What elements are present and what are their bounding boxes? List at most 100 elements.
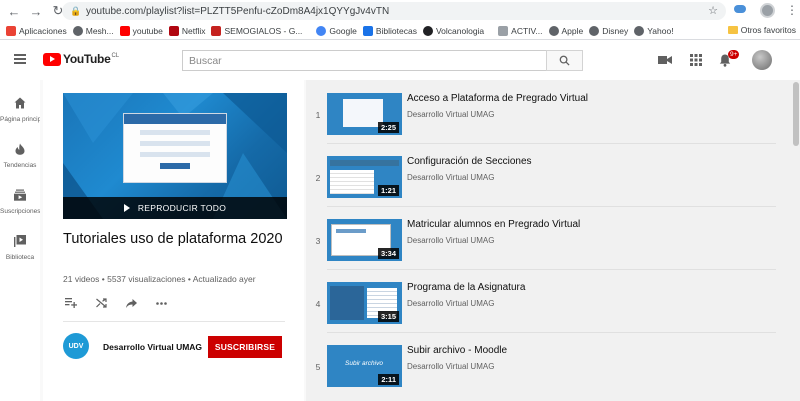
video-thumbnail[interactable]: 3:15 [327, 282, 402, 324]
video-title[interactable]: Subir archivo - Moodle [407, 345, 507, 356]
thumbnail-text: Subir archivo [345, 360, 383, 367]
other-bookmarks[interactable]: Otros favoritos [723, 25, 796, 35]
guide-item-home[interactable]: Página principal [0, 86, 40, 126]
bookmark-netflix[interactable]: Netflix [168, 25, 205, 36]
video-channel[interactable]: Desarrollo Virtual UMAG [407, 236, 494, 245]
guide-label: Tendencias [3, 162, 37, 169]
video-duration: 2:11 [378, 374, 399, 385]
url-text: youtube.com/playlist?list=PLZTT5Penfu-cZ… [86, 5, 390, 17]
bookmark-yahoo[interactable]: Yahoo! [634, 25, 674, 36]
camera-icon [658, 56, 672, 64]
video-index: 4 [315, 299, 321, 309]
page-scrollbar[interactable] [792, 80, 800, 401]
guide-label: Biblioteca [5, 254, 35, 261]
video-thumbnail[interactable]: 1:21 [327, 156, 402, 198]
create-video-icon[interactable] [657, 52, 673, 68]
bookmark-mesh[interactable]: Mesh... [72, 25, 114, 36]
list-item[interactable]: 4 3:15 Programa de la Asignatura Desarro… [306, 269, 792, 332]
video-title[interactable]: Matricular alumnos en Pregrado Virtual [407, 219, 580, 230]
bookmark-label: Google [329, 25, 357, 36]
list-item[interactable]: 2 1:21 Configuración de Secciones Desarr… [306, 143, 792, 206]
back-icon[interactable]: ← [6, 3, 22, 19]
guide-item-library[interactable]: Biblioteca [0, 224, 40, 264]
video-index: 2 [315, 173, 321, 183]
bookmark-semogialos[interactable]: SEMOGIALOS - G... [211, 25, 303, 36]
subscribe-button[interactable]: SUSCRIBIRSE [208, 336, 282, 358]
guide-item-trending[interactable]: Tendencias [0, 132, 40, 172]
guide-item-subscriptions[interactable]: Suscripciones [0, 178, 40, 218]
video-duration: 2:25 [377, 122, 399, 133]
playlist-thumbnail[interactable]: REPRODUCIR TODO [63, 93, 287, 219]
youtube-logo[interactable]: YouTube CL [43, 52, 119, 66]
account-avatar[interactable] [752, 50, 772, 70]
video-channel[interactable]: Desarrollo Virtual UMAG [407, 362, 494, 371]
scrollbar-thumb[interactable] [793, 82, 799, 146]
list-item[interactable]: 1 2:25 Acceso a Plataforma de Pregrado V… [306, 80, 792, 143]
add-to-queue-icon[interactable] [63, 296, 79, 310]
apps-grid-icon [6, 25, 16, 36]
share-icon[interactable] [123, 296, 139, 310]
play-all-button[interactable]: REPRODUCIR TODO [63, 197, 287, 219]
globe-favicon [634, 25, 645, 36]
channel-avatar[interactable]: UDV [63, 333, 89, 359]
notification-badge: 9+ [728, 50, 740, 59]
video-channel[interactable]: Desarrollo Virtual UMAG [407, 299, 494, 308]
divider [327, 143, 776, 144]
list-item[interactable]: 5 Subir archivo 2:11 Subir archivo - Mood… [306, 332, 792, 395]
apps-icon[interactable] [688, 52, 704, 68]
address-bar[interactable]: 🔒 youtube.com/playlist?list=PLZTT5Penfu-… [62, 2, 726, 20]
browser-menu-icon[interactable]: ⋮ [786, 3, 798, 17]
video-thumbnail[interactable]: 2:25 [327, 93, 402, 135]
folder-icon [727, 26, 738, 34]
bookmark-apple[interactable]: Apple [548, 25, 583, 36]
video-duration: 1:21 [377, 185, 399, 196]
bookmark-bibliotecas[interactable]: Bibliotecas [362, 25, 417, 36]
divider [327, 206, 776, 207]
video-title[interactable]: Programa de la Asignatura [407, 282, 525, 293]
video-channel[interactable]: Desarrollo Virtual UMAG [407, 110, 494, 119]
bookmark-label: Disney [602, 25, 629, 36]
grid-icon [690, 54, 702, 66]
list-item[interactable]: 3 3:34 Matricular alumnos en Pregrado Vi… [306, 206, 792, 269]
search-input[interactable]: Buscar [182, 50, 546, 71]
channel-name[interactable]: Desarrollo Virtual UMAG [103, 342, 202, 352]
video-thumbnail[interactable]: Subir archivo 2:11 [327, 345, 402, 387]
browser-profile-avatar[interactable] [760, 3, 775, 18]
bookmark-star-icon[interactable]: ☆ [708, 4, 718, 17]
bookmark-label: SEMOGIALOS - G... [224, 25, 303, 36]
playlist-stats: 21 videos • 5537 visualizaciones • Actua… [63, 274, 256, 284]
mini-guide: Página principal Tendencias Suscripcione… [0, 80, 40, 401]
subscriptions-icon [13, 188, 27, 202]
bookmark-volcanologia[interactable]: Volcanologia [422, 25, 484, 36]
youtube-play-icon [43, 52, 61, 66]
more-options-icon[interactable] [153, 296, 169, 310]
bookmark-favicon [72, 25, 83, 36]
bookmark-favicon [498, 25, 509, 36]
bookmark-google[interactable]: Google [316, 25, 357, 36]
globe-favicon [589, 25, 600, 36]
bookmark-youtube[interactable]: youtube [119, 25, 163, 36]
bookmark-activ[interactable]: ACTIV... [498, 25, 543, 36]
video-channel[interactable]: Desarrollo Virtual UMAG [407, 173, 494, 182]
bookmark-favicon [422, 25, 433, 36]
forward-icon[interactable]: → [28, 3, 44, 19]
search-icon [559, 55, 570, 66]
bookmark-disney[interactable]: Disney [589, 25, 629, 36]
play-icon [123, 204, 130, 212]
other-bookmarks-label: Otros favoritos [740, 25, 796, 35]
bookmark-label: Yahoo! [647, 25, 674, 36]
video-title[interactable]: Acceso a Plataforma de Pregrado Virtual [407, 93, 588, 104]
browser-toolbar: ← → ↻ 🔒 youtube.com/playlist?list=PLZTT5… [0, 0, 800, 22]
cloud-extension-icon[interactable] [734, 5, 746, 13]
video-title[interactable]: Configuración de Secciones [407, 156, 532, 167]
playlist-sidebar: REPRODUCIR TODO Tutoriales uso de plataf… [43, 80, 304, 401]
bookmark-label: Bibliotecas [375, 25, 417, 36]
bookmark-apps[interactable]: Aplicaciones [6, 25, 67, 36]
hamburger-menu-icon[interactable] [14, 54, 26, 64]
shuffle-icon[interactable] [93, 296, 109, 310]
globe-favicon [548, 25, 559, 36]
search-button[interactable] [546, 50, 583, 71]
playlist-title[interactable]: Tutoriales uso de plataforma 2020 [63, 230, 293, 248]
bookmark-label: Aplicaciones [19, 25, 67, 36]
video-thumbnail[interactable]: 3:34 [327, 219, 402, 261]
